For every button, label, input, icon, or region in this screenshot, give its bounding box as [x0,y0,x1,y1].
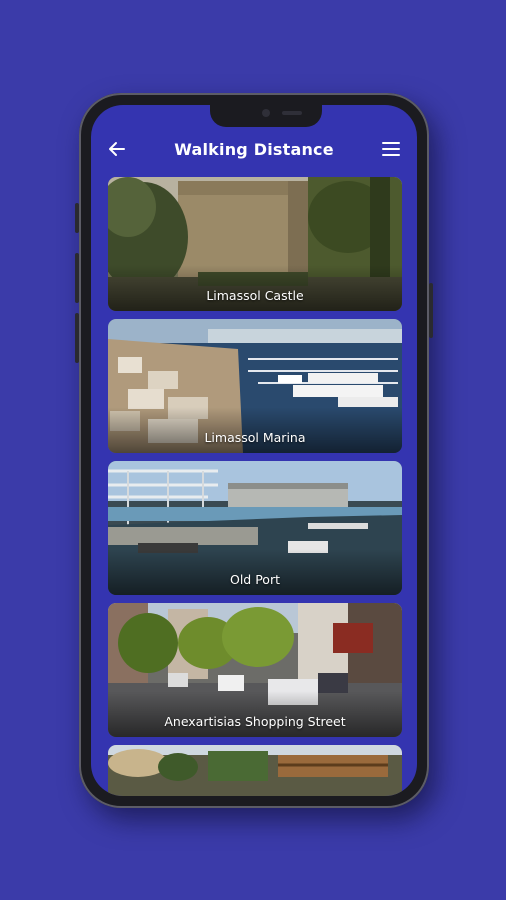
place-card-limassol-marina[interactable]: Limassol Marina [108,319,402,453]
place-name: Old Port [230,572,280,587]
place-card-limassol-castle[interactable]: Limassol Castle [108,177,402,311]
place-name: Anexartisias Shopping Street [164,714,346,729]
phone-power-button [429,283,433,338]
earpiece-speaker [282,111,302,115]
phone-side-button [75,203,79,233]
page-title: Walking Distance [174,139,334,159]
hamburger-menu-icon [382,142,400,156]
phone-side-button [75,313,79,363]
cafe-photo [108,745,402,796]
place-card-old-port[interactable]: Old Port [108,461,402,595]
front-camera [262,109,270,117]
place-card-anexartisias-street[interactable]: Anexartisias Shopping Street [108,603,402,737]
menu-button[interactable] [379,137,403,161]
phone-side-button [75,253,79,303]
app-screen: Walking Distance Limassol Castle Limasso… [91,105,417,796]
place-name: Limassol Marina [204,430,306,445]
places-list: Limassol Castle Limassol Marina Old Port… [108,177,402,796]
place-card-cafe[interactable] [108,745,402,796]
back-button[interactable] [105,137,129,161]
phone-notch [210,105,322,127]
phone-frame: Walking Distance Limassol Castle Limasso… [75,93,433,808]
place-name: Limassol Castle [206,288,304,303]
app-header: Walking Distance [91,131,417,167]
arrow-left-icon [109,142,125,156]
promo-background: Walking Distance Limassol Castle Limasso… [0,0,506,900]
